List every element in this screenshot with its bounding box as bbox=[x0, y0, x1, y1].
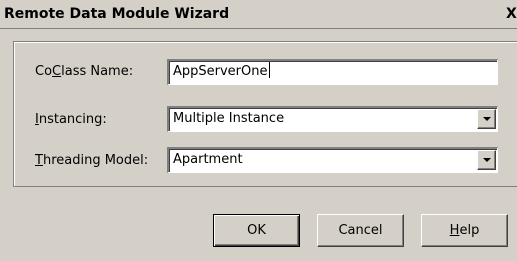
coclass-name-value: AppServerOne bbox=[173, 64, 268, 79]
instancing-dropdown-button[interactable] bbox=[477, 109, 496, 129]
dialog-window: Remote Data Module Wizard X CoClass Name… bbox=[0, 0, 517, 261]
threading-model-value: Apartment bbox=[173, 152, 243, 167]
close-icon[interactable]: X bbox=[506, 6, 517, 22]
text-caret bbox=[268, 62, 270, 78]
title-bar[interactable]: Remote Data Module Wizard X bbox=[0, 0, 517, 29]
help-button[interactable]: Help bbox=[421, 214, 508, 247]
threading-model-label: Threading Model: bbox=[35, 153, 149, 168]
chevron-down-icon bbox=[483, 158, 491, 162]
coclass-name-input[interactable]: AppServerOne bbox=[167, 59, 498, 85]
instancing-label: Instancing: bbox=[35, 112, 107, 127]
instancing-value: Multiple Instance bbox=[173, 111, 285, 126]
chevron-down-icon bbox=[483, 117, 491, 121]
coclass-name-label: CoClass Name: bbox=[35, 64, 134, 79]
threading-dropdown-button[interactable] bbox=[477, 150, 496, 170]
threading-model-select[interactable]: Apartment bbox=[167, 147, 498, 173]
group-divider bbox=[13, 186, 517, 187]
ok-button[interactable]: OK bbox=[213, 214, 300, 247]
cancel-button[interactable]: Cancel bbox=[317, 214, 404, 247]
instancing-select[interactable]: Multiple Instance bbox=[167, 106, 498, 132]
dialog-title: Remote Data Module Wizard bbox=[4, 6, 230, 22]
